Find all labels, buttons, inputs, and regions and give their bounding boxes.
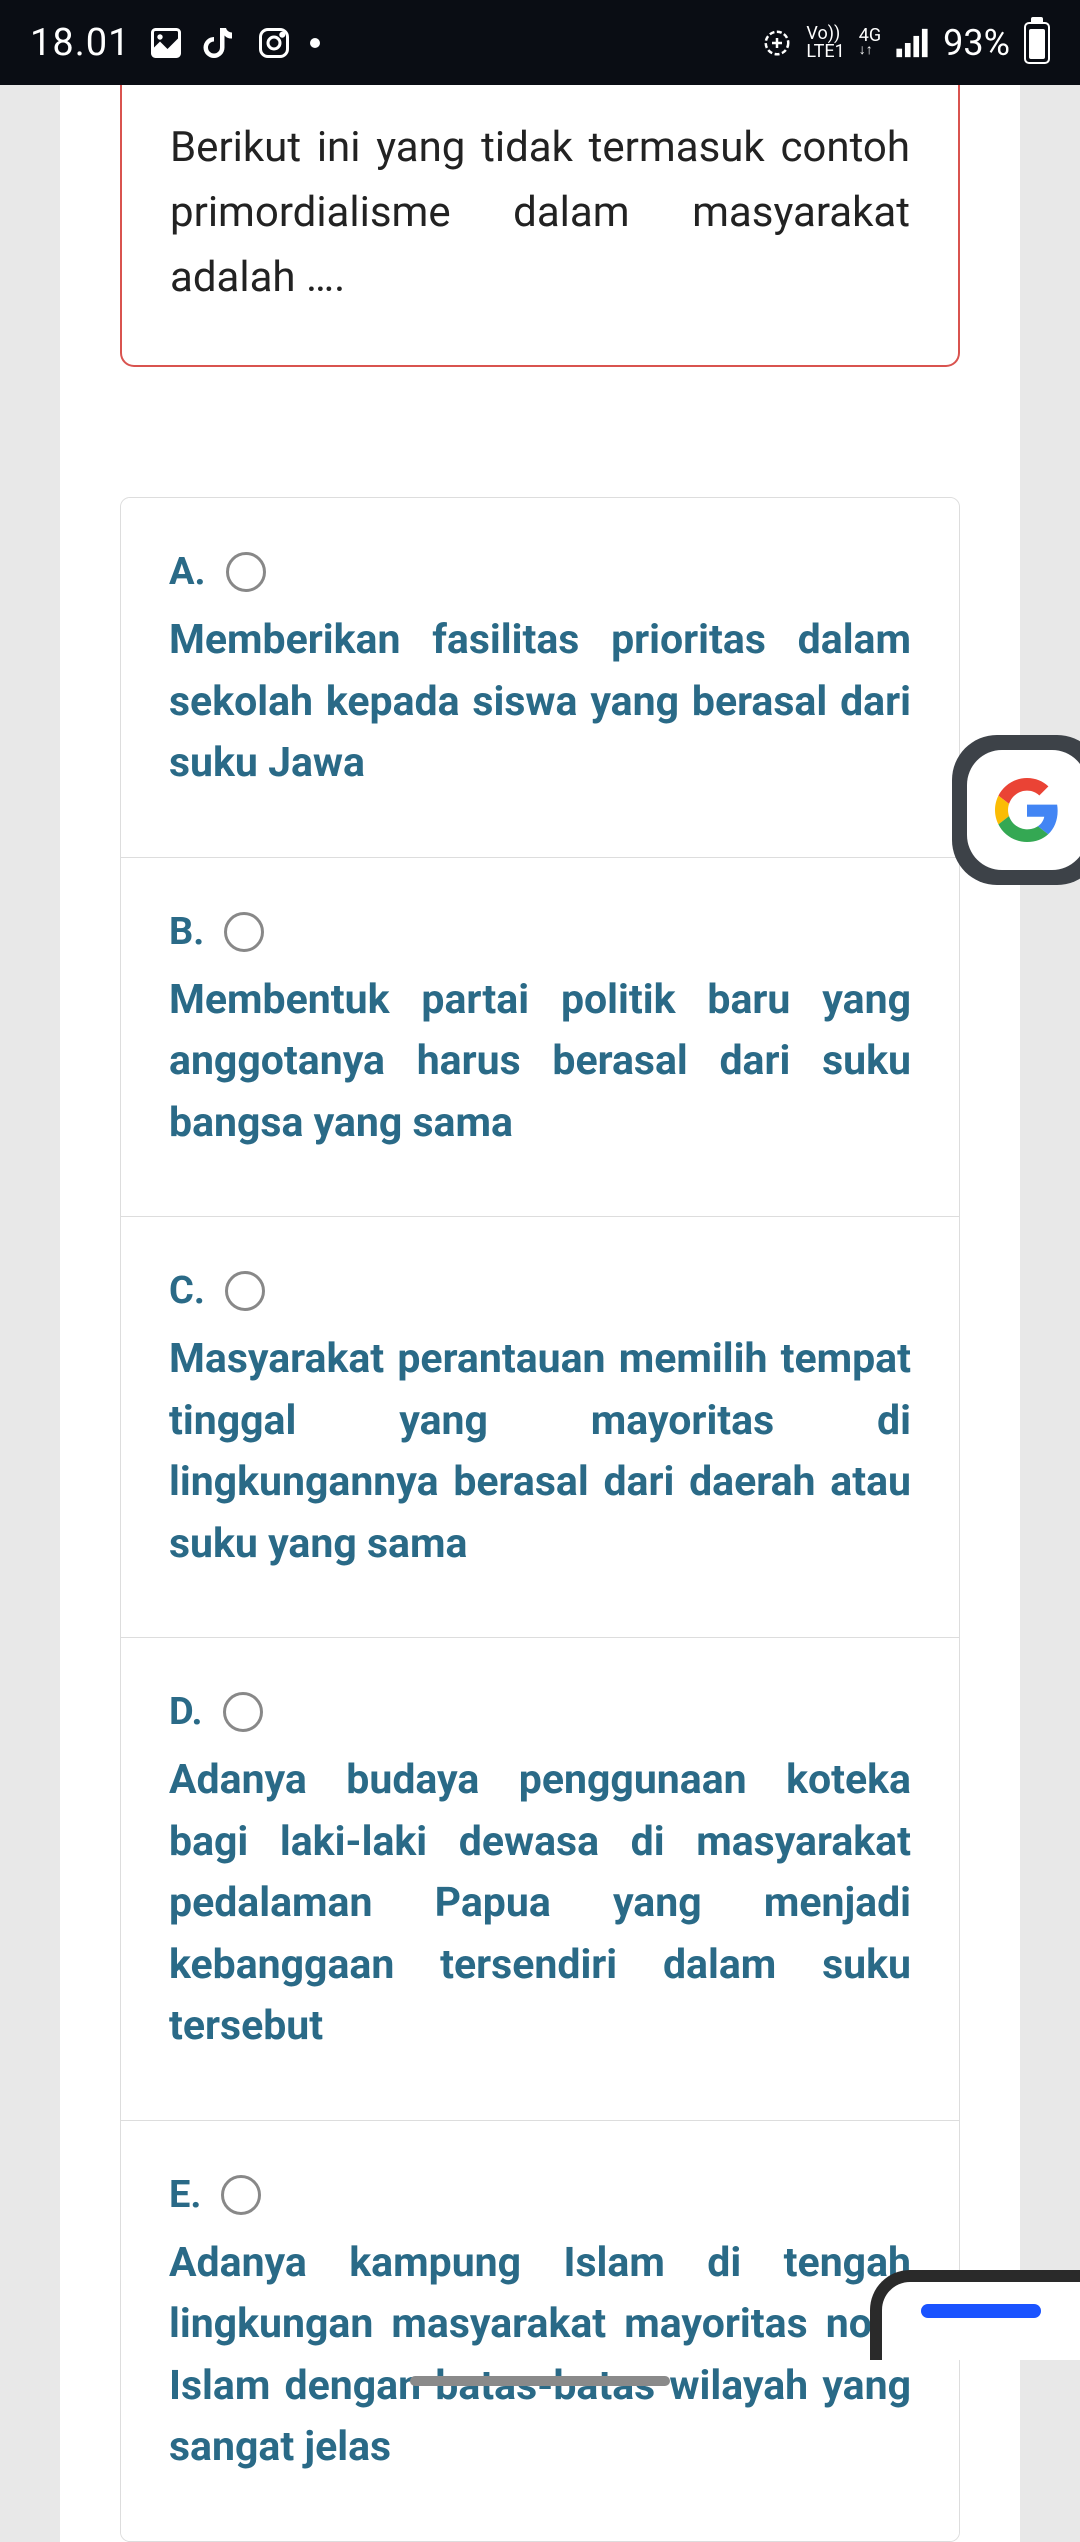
clock: 18.01 xyxy=(30,21,130,65)
option-letter: C. xyxy=(169,1269,205,1313)
content-area: Berikut ini yang tidak termasuk contoh p… xyxy=(60,85,1020,2542)
status-left: 18.01 xyxy=(30,21,320,65)
nav-handle[interactable] xyxy=(410,2376,670,2386)
option-letter: B. xyxy=(169,910,204,954)
status-right: Vo)) LTE1 4G ↓↑ 93% xyxy=(762,22,1050,64)
radio-icon[interactable] xyxy=(225,1271,265,1311)
instagram-icon xyxy=(256,25,292,61)
radio-icon[interactable] xyxy=(221,2175,261,2215)
option-d[interactable]: D. Adanya budaya penggunaan koteka bagi … xyxy=(121,1638,959,2121)
gallery-icon xyxy=(148,25,184,61)
floating-window-preview[interactable] xyxy=(870,2270,1080,2360)
google-icon xyxy=(967,750,1080,870)
option-text: Membentuk partai politik baru yang anggo… xyxy=(169,970,911,1155)
network-label: Vo)) LTE1 xyxy=(806,25,844,59)
option-letter: D. xyxy=(169,1690,203,1734)
data-saver-icon xyxy=(762,28,792,58)
option-b[interactable]: B. Membentuk partai politik baru yang an… xyxy=(121,858,959,1218)
network-top: Vo)) xyxy=(806,25,844,42)
floating-window-bar xyxy=(921,2304,1041,2318)
tiktok-icon xyxy=(202,25,238,61)
signal-icon xyxy=(895,28,929,58)
google-assistant-bubble[interactable] xyxy=(952,735,1080,885)
battery-icon xyxy=(1024,22,1050,64)
radio-icon[interactable] xyxy=(224,912,264,952)
option-c[interactable]: C. Masyarakat perantauan memilih tempat … xyxy=(121,1217,959,1638)
option-a[interactable]: A. Memberikan fasilitas prioritas dalam … xyxy=(121,498,959,858)
option-text: Memberikan fasilitas prioritas dalam sek… xyxy=(169,610,911,795)
question-box: Berikut ini yang tidak termasuk contoh p… xyxy=(120,85,960,367)
status-bar: 18.01 Vo)) LTE1 4G ↓↑ 93% xyxy=(0,0,1080,85)
option-text: Adanya kampung Islam di tengah lingkunga… xyxy=(169,2233,911,2479)
option-letter: A. xyxy=(169,550,206,594)
option-letter: E. xyxy=(169,2173,201,2217)
more-notifications-dot xyxy=(310,38,320,48)
arrows-icon: ↓↑ xyxy=(859,44,881,57)
option-text: Adanya budaya penggunaan koteka bagi lak… xyxy=(169,1750,911,2058)
option-e[interactable]: E. Adanya kampung Islam di tengah lingku… xyxy=(121,2121,959,2541)
battery-percentage: 93% xyxy=(943,22,1010,64)
radio-icon[interactable] xyxy=(223,1692,263,1732)
question-text: Berikut ini yang tidak termasuk contoh p… xyxy=(170,115,910,310)
option-text: Masyarakat perantauan memilih tempat tin… xyxy=(169,1329,911,1575)
network-bottom: LTE1 xyxy=(806,43,844,60)
network-gen: 4G ↓↑ xyxy=(859,27,881,57)
radio-icon[interactable] xyxy=(226,552,266,592)
options-list: A. Memberikan fasilitas prioritas dalam … xyxy=(120,497,960,2542)
